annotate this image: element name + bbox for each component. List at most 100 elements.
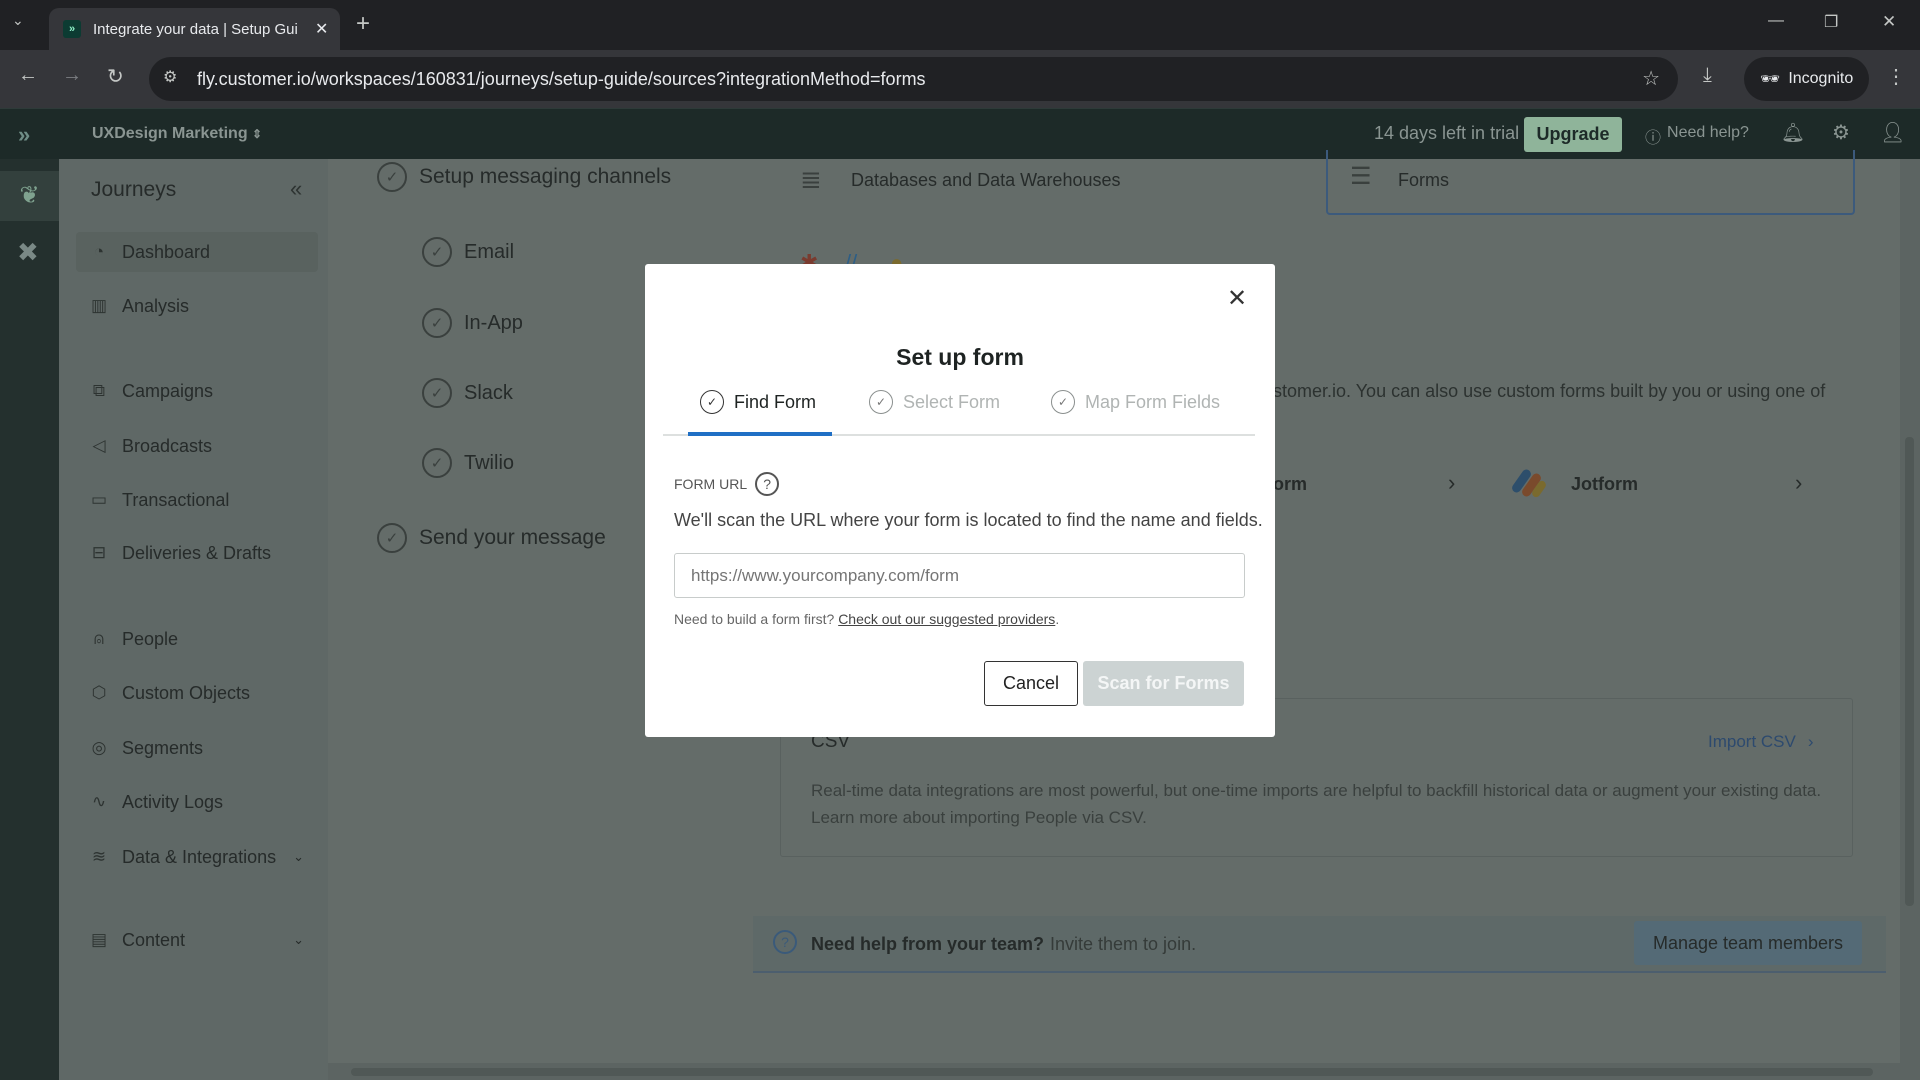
dialog-title: Set up form (896, 344, 1024, 370)
sidebar-title: Journeys (91, 178, 177, 201)
form-url-description: We'll scan the URL where your form is lo… (674, 510, 1263, 530)
tab-databases[interactable]: Databases and Data Warehouses (851, 170, 1121, 191)
window-close-icon[interactable]: ✕ (1882, 12, 1896, 32)
close-icon[interactable]: ✕ (1227, 284, 1247, 313)
step-twilio[interactable]: ✓ Twilio (422, 448, 514, 478)
sidebar-item-campaigns[interactable]: ⧉ Campaigns (76, 371, 318, 411)
incognito-icon: 🕶 (1760, 71, 1781, 88)
sidebar-item-analysis[interactable]: ▥ Analysis (76, 286, 318, 326)
chevron-right-icon[interactable]: › (1448, 470, 1455, 496)
team-help-text: Invite them to join. (1050, 934, 1197, 954)
sidebar-item-broadcasts[interactable]: ◁ Broadcasts (76, 426, 318, 466)
jotform-card-label[interactable]: Jotform (1571, 474, 1638, 495)
megaphone-icon: ◁ (92, 436, 106, 455)
check-circle-icon: ✓ (700, 390, 724, 414)
notifications-bell-icon[interactable]: 🔔︎ (1781, 121, 1805, 145)
setup-form-dialog: ✕ Set up form ✓ Find Form ✓ Select Form ✓ M… (645, 264, 1275, 737)
content-icon: ▤ (90, 930, 108, 949)
active-tab-indicator (688, 432, 832, 436)
trial-status: 14 days left in trial (1374, 123, 1520, 143)
scan-for-forms-button[interactable]: Scan for Forms (1083, 661, 1244, 706)
check-circle-icon: ✓ (422, 308, 452, 338)
help-circle-icon: ? (773, 930, 797, 954)
step-slack[interactable]: ✓ Slack (422, 378, 513, 408)
user-account-icon[interactable]: 👤︎ (1880, 120, 1905, 145)
browser-menu-icon[interactable]: ⋮ (1886, 64, 1906, 89)
help-circle-icon: ⓘ (1645, 130, 1662, 147)
site-info-icon[interactable]: ⚙ (163, 67, 177, 87)
sidebar-item-data-integrations[interactable]: ≋ Data & Integrations ⌄ (76, 837, 318, 877)
vertical-scrollbar[interactable] (1900, 159, 1920, 1063)
incognito-badge[interactable]: 🕶 Incognito (1744, 57, 1870, 101)
download-icon[interactable]: ⤓ (1703, 64, 1712, 87)
database-icon: ≣ (800, 164, 822, 194)
workspace-switcher[interactable]: UXDesign Marketing ⇕ (92, 125, 262, 143)
sidebar-item-transactional[interactable]: ▭ Transactional (76, 480, 318, 520)
sidebar-item-people[interactable]: ⍝ People (76, 619, 318, 659)
form-url-input[interactable] (674, 553, 1245, 598)
url-field[interactable]: ⚙ fly.customer.io/workspaces/160831/jour… (149, 57, 1678, 101)
check-circle-icon: ✓ (1051, 390, 1075, 414)
help-circle-icon[interactable]: ? (755, 472, 780, 496)
cancel-button[interactable]: Cancel (984, 661, 1078, 706)
provider-card-label[interactable]: orm (1273, 474, 1307, 495)
sidebar-item-content[interactable]: ▤ Content ⌄ (76, 920, 318, 960)
jotform-logo-icon (1510, 466, 1548, 504)
horizontal-scrollbar-thumb[interactable] (351, 1068, 1873, 1076)
expand-chevron-icon: ⌄ (293, 849, 304, 864)
bookmark-star-icon[interactable]: ☆ (1642, 66, 1660, 91)
sidebar-item-activity-logs[interactable]: ∿ Activity Logs (76, 782, 318, 822)
step-in-app[interactable]: ✓ In-App (422, 308, 523, 338)
customerio-logo-icon[interactable]: » (18, 122, 30, 148)
address-bar-row: ← → ↻ ⚙ fly.customer.io/workspaces/16083… (0, 50, 1920, 108)
segments-icon: ◎ (91, 738, 107, 757)
horizontal-scrollbar[interactable] (328, 1063, 1920, 1080)
tab-select-form[interactable]: ✓ Select Form (869, 390, 1000, 414)
sidebar-item-segments[interactable]: ◎ Segments (76, 728, 318, 768)
sidebar-item-custom-objects[interactable]: ⬡ Custom Objects (76, 673, 318, 713)
tab-list-chevron-icon[interactable]: ⌄ (12, 12, 24, 29)
back-icon[interactable]: ← (18, 64, 38, 87)
cube-icon: ⬡ (91, 683, 107, 702)
check-circle-icon: ✓ (422, 448, 452, 478)
check-circle-icon: ✓ (422, 378, 452, 408)
chevron-right-icon: › (1807, 732, 1814, 751)
step-send-message[interactable]: ✓ Send your message (377, 523, 606, 553)
upgrade-button[interactable]: Upgrade (1524, 117, 1622, 152)
vertical-scrollbar-thumb[interactable] (1905, 437, 1914, 906)
tab-title: Integrate your data | Setup Gui (93, 20, 298, 38)
sidebar-item-deliveries-drafts[interactable]: ⊟ Deliveries & Drafts (76, 533, 318, 573)
tab-forms-label: Forms (1398, 170, 1449, 190)
manage-team-members-button[interactable]: Manage team members (1634, 921, 1862, 965)
sidebar-item-dashboard[interactable]: ◔ Dashboard (76, 232, 318, 272)
restore-icon[interactable]: ❐ (1824, 12, 1838, 32)
step-setup-messaging[interactable]: ✓ Setup messaging channels (377, 162, 671, 192)
other-product-icon[interactable]: ✖ (17, 237, 39, 268)
suggested-providers-link[interactable]: Check out our suggested providers (838, 611, 1055, 627)
forward-icon[interactable]: → (62, 64, 82, 87)
check-circle-icon: ✓ (377, 523, 407, 553)
need-help-button[interactable]: ⓘ Need help? (1645, 124, 1749, 148)
journeys-product-icon[interactable]: ❦ (0, 171, 59, 221)
reload-icon[interactable]: ↻ (107, 64, 124, 89)
inbox-icon: ⊟ (91, 543, 107, 562)
tab-find-form[interactable]: ✓ Find Form (700, 390, 816, 414)
step-email[interactable]: ✓ Email (422, 237, 514, 267)
check-circle-icon: ✓ (377, 162, 407, 192)
campaign-icon: ⧉ (92, 381, 106, 400)
chevron-right-icon[interactable]: › (1795, 470, 1802, 496)
tab-close-icon[interactable]: ✕ (315, 19, 328, 39)
bar-chart-icon: ▥ (90, 296, 108, 315)
tab-map-form-fields[interactable]: ✓ Map Form Fields (1051, 390, 1220, 414)
minimize-icon[interactable]: — (1768, 12, 1784, 30)
settings-gear-icon[interactable]: ⚙ (1832, 120, 1850, 145)
browser-tab[interactable]: » Integrate your data | Setup Gui ✕ (49, 8, 340, 50)
product-rail: ❦ ✖ (0, 159, 59, 1080)
import-csv-link[interactable]: Import CSV › (1708, 732, 1814, 752)
collapse-sidebar-icon[interactable]: « (290, 176, 302, 202)
tab-forms[interactable]: ☰ Forms (1326, 150, 1855, 215)
new-tab-icon[interactable]: + (356, 10, 370, 38)
form-hint: Need to build a form first? Check out ou… (674, 611, 1060, 627)
mail-icon: ▭ (90, 490, 108, 509)
forms-intro-text: stomer.io. You can also use custom forms… (1273, 381, 1826, 401)
